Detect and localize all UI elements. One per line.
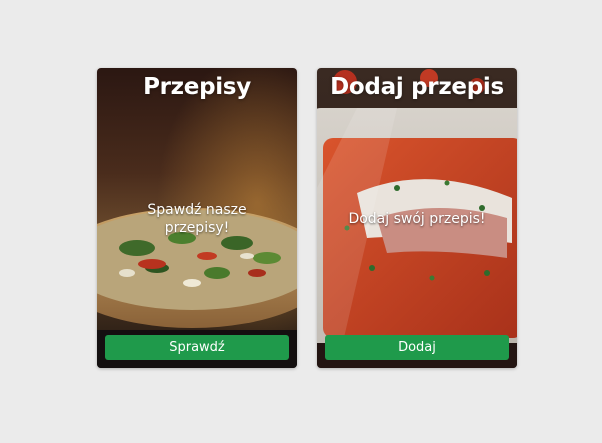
recipes-card: Przepisy Spawdź nasze przepisy! Sprawdź bbox=[97, 68, 297, 368]
add-recipe-button[interactable]: Dodaj bbox=[325, 335, 509, 360]
card-title: Dodaj przepis bbox=[330, 74, 504, 100]
card-title: Przepisy bbox=[143, 74, 251, 100]
add-recipe-card: Dodaj przepis Dodaj swój przepis! Dodaj bbox=[317, 68, 517, 368]
check-recipes-button[interactable]: Sprawdź bbox=[105, 335, 289, 360]
card-description: Dodaj swój przepis! bbox=[348, 211, 486, 227]
card-description: Spawdź nasze przepisy! bbox=[147, 202, 247, 236]
